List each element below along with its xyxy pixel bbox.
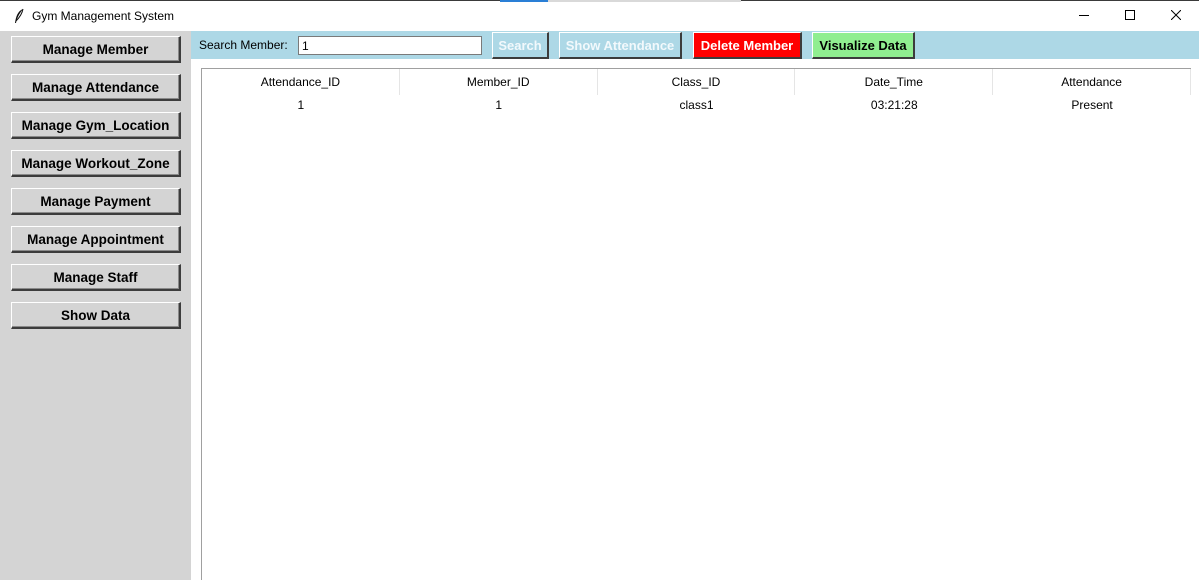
close-button[interactable] <box>1153 1 1199 31</box>
table-header: Attendance_ID Member_ID Class_ID Date_Ti… <box>202 69 1191 95</box>
search-label: Search Member: <box>199 38 288 52</box>
table-cell: 03:21:28 <box>870 97 918 112</box>
column-header-attendance[interactable]: Attendance <box>993 69 1191 95</box>
visualize-data-button[interactable]: Visualize Data <box>812 32 915 59</box>
attendance-table[interactable]: Attendance_ID Member_ID Class_ID Date_Ti… <box>201 68 1191 580</box>
feather-icon <box>10 7 28 25</box>
sidebar-item-manage-appointment[interactable]: Manage Appointment <box>11 226 181 253</box>
toolbar: Search Member: Search Show Attendance De… <box>191 31 1199 59</box>
minimize-icon <box>1079 7 1089 25</box>
sidebar-item-manage-payment[interactable]: Manage Payment <box>11 188 181 215</box>
table-row[interactable]: 1 1 class1 03:21:28 Present <box>202 95 1191 114</box>
sidebar: Manage Member Manage Attendance Manage G… <box>0 31 191 580</box>
sidebar-item-manage-staff[interactable]: Manage Staff <box>11 264 181 291</box>
minimize-button[interactable] <box>1061 1 1107 31</box>
column-header-class-id[interactable]: Class_ID <box>598 69 796 95</box>
column-header-attendance-id[interactable]: Attendance_ID <box>202 69 400 95</box>
title-bar-accent-2 <box>548 0 741 2</box>
table-cell: 1 <box>495 97 503 112</box>
close-icon <box>1170 7 1182 25</box>
show-attendance-button[interactable]: Show Attendance <box>559 32 682 59</box>
title-bar: Gym Management System <box>0 0 1199 31</box>
column-header-date-time[interactable]: Date_Time <box>795 69 994 95</box>
column-header-member-id[interactable]: Member_ID <box>400 69 598 95</box>
sidebar-item-manage-gym-location[interactable]: Manage Gym_Location <box>11 112 181 139</box>
maximize-button[interactable] <box>1107 1 1153 31</box>
title-bar-accent <box>500 0 548 2</box>
maximize-icon <box>1125 7 1135 25</box>
window-title: Gym Management System <box>32 9 175 23</box>
sidebar-item-manage-member[interactable]: Manage Member <box>11 36 181 63</box>
table-cell: Present <box>1071 97 1113 112</box>
table-cell: 1 <box>297 97 305 112</box>
search-button[interactable]: Search <box>492 32 549 59</box>
sidebar-item-show-data[interactable]: Show Data <box>11 302 181 329</box>
delete-member-button[interactable]: Delete Member <box>693 32 802 59</box>
search-input[interactable] <box>298 36 482 55</box>
window-controls <box>1061 1 1199 31</box>
sidebar-item-manage-workout-zone[interactable]: Manage Workout_Zone <box>11 150 181 177</box>
sidebar-item-manage-attendance[interactable]: Manage Attendance <box>11 74 181 101</box>
table-cell: class1 <box>679 97 714 112</box>
